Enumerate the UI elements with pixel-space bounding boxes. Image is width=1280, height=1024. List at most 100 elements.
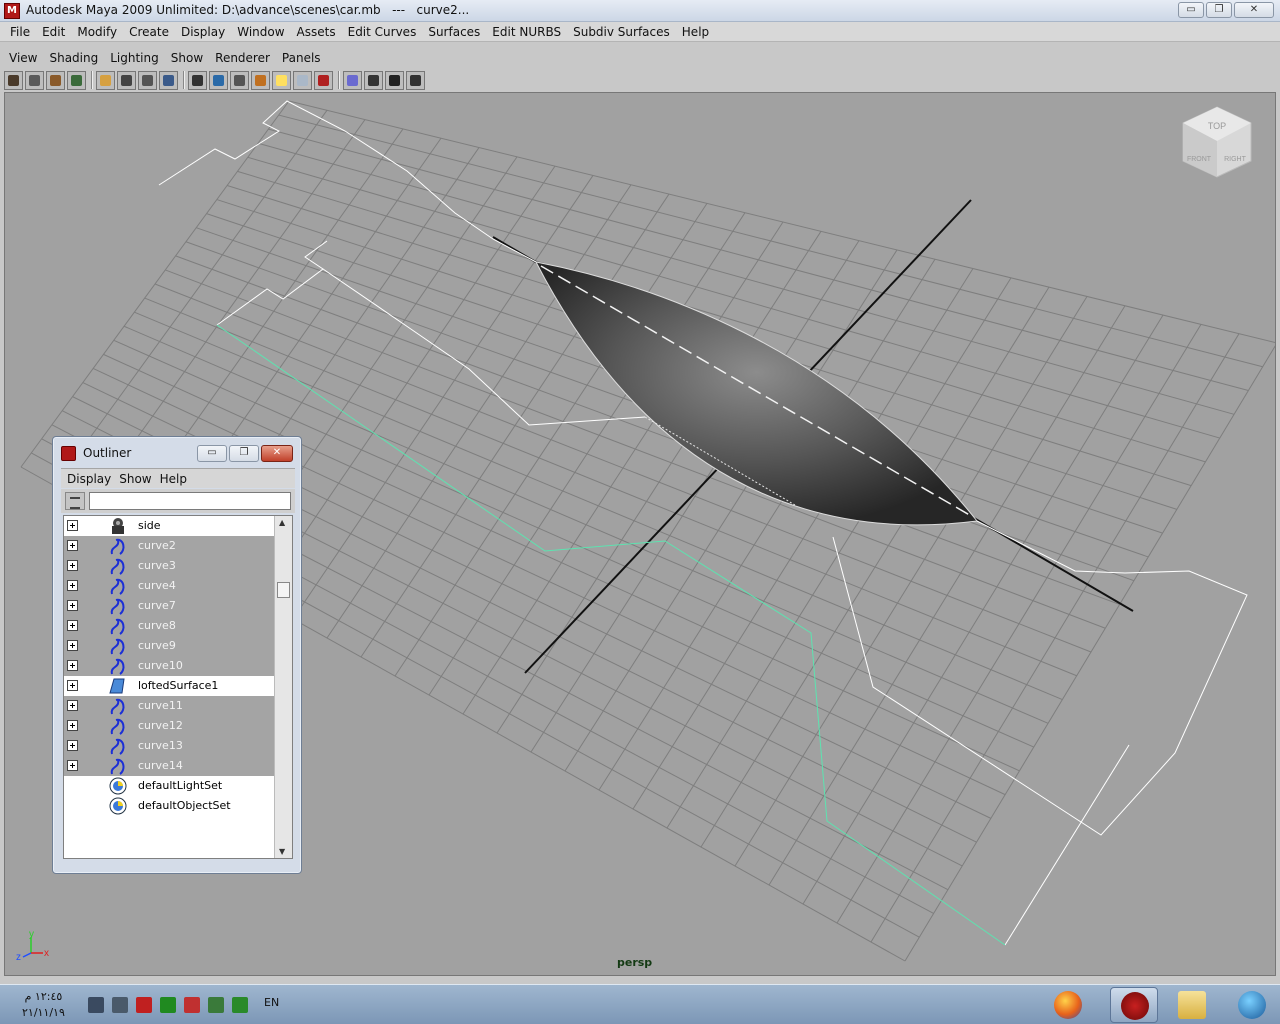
outliner-close-button[interactable]: ✕ — [261, 445, 293, 462]
viewcube-top-label[interactable]: TOP — [1208, 121, 1226, 131]
texture-icon[interactable] — [251, 70, 270, 90]
outliner-item-curve13[interactable]: curve13 — [64, 736, 274, 756]
menu-display[interactable]: Display — [175, 25, 231, 39]
expand-icon[interactable] — [67, 600, 78, 611]
outliner-item-defaultobjectset[interactable]: defaultObjectSet — [64, 796, 274, 816]
panel-menu-lighting[interactable]: Lighting — [104, 51, 165, 65]
menu-file[interactable]: File — [4, 25, 36, 39]
viewcube-front-label[interactable]: FRONT — [1187, 156, 1212, 163]
maya-taskbar-button[interactable] — [1110, 987, 1158, 1023]
camera-attributes-icon[interactable] — [4, 70, 23, 90]
outliner-item-curve3[interactable]: curve3 — [64, 556, 274, 576]
scroll-up-arrow-icon[interactable]: ▲ — [279, 518, 285, 527]
outliner-item-loftedsurface1[interactable]: loftedSurface1 — [64, 676, 274, 696]
menu-help[interactable]: Help — [676, 25, 715, 39]
error-icon[interactable] — [136, 997, 152, 1013]
menu-modify[interactable]: Modify — [71, 25, 123, 39]
scroll-down-arrow-icon[interactable]: ▼ — [279, 847, 285, 856]
hud-icon[interactable] — [385, 70, 404, 90]
outliner-item-curve10[interactable]: curve10 — [64, 656, 274, 676]
outliner-item-curve11[interactable]: curve11 — [64, 696, 274, 716]
menu-create[interactable]: Create — [123, 25, 175, 39]
restore-button[interactable]: ❐ — [1206, 2, 1232, 18]
smooth-shade-icon[interactable] — [209, 70, 228, 90]
outliner-item-curve9[interactable]: curve9 — [64, 636, 274, 656]
app-tray-icon[interactable] — [160, 997, 176, 1013]
outliner-item-curve4[interactable]: curve4 — [64, 576, 274, 596]
network-icon[interactable] — [112, 997, 128, 1013]
outliner-filter-input[interactable] — [89, 492, 291, 510]
isolate-select-icon[interactable] — [293, 70, 312, 90]
outliner-menu-show[interactable]: Show — [115, 472, 155, 486]
expand-icon[interactable] — [67, 520, 78, 531]
expand-icon[interactable] — [67, 560, 78, 571]
menu-edit[interactable]: Edit — [36, 25, 71, 39]
panel-menu-panels[interactable]: Panels — [276, 51, 327, 65]
side-profile-curve[interactable] — [158, 100, 537, 263]
render-icon[interactable] — [406, 70, 425, 90]
panel-menu-shading[interactable]: Shading — [43, 51, 104, 65]
panel-menu-renderer[interactable]: Renderer — [209, 51, 276, 65]
outliner-item-curve14[interactable]: curve14 — [64, 756, 274, 776]
outliner-item-curve2[interactable]: curve2 — [64, 536, 274, 556]
outliner-item-side[interactable]: side — [64, 516, 274, 536]
start-orb-taskbar-button[interactable] — [1228, 987, 1276, 1023]
outliner-menu-display[interactable]: Display — [63, 472, 115, 486]
expand-icon[interactable] — [67, 720, 78, 731]
camera-tools-icon[interactable] — [25, 70, 44, 90]
volume-icon[interactable] — [88, 997, 104, 1013]
image-plane-icon[interactable] — [67, 70, 86, 90]
scroll-thumb[interactable] — [277, 582, 290, 598]
maya-app-icon[interactable]: M — [4, 3, 20, 19]
film-gate-icon[interactable] — [117, 70, 136, 90]
wireframe-icon[interactable] — [188, 70, 207, 90]
expand-icon[interactable] — [67, 660, 78, 671]
rear-lower-curve[interactable] — [1004, 744, 1130, 946]
resolution-gate-icon[interactable] — [138, 70, 157, 90]
expand-icon[interactable] — [67, 640, 78, 651]
viewcube-right-label[interactable]: RIGHT — [1224, 156, 1247, 163]
frame-selection-icon[interactable] — [364, 70, 383, 90]
shadow-icon[interactable] — [272, 70, 291, 90]
folder-taskbar-button[interactable] — [1168, 987, 1216, 1023]
filter-options-icon[interactable] — [65, 492, 85, 510]
menu-subdiv-surfaces[interactable]: Subdiv Surfaces — [567, 25, 676, 39]
safe-action-icon[interactable] — [159, 70, 178, 90]
outliner-item-curve8[interactable]: curve8 — [64, 616, 274, 636]
outliner-minimize-button[interactable]: ▭ — [197, 445, 227, 462]
outliner-item-curve7[interactable]: curve7 — [64, 596, 274, 616]
menu-assets[interactable]: Assets — [291, 25, 342, 39]
menu-edit-curves[interactable]: Edit Curves — [342, 25, 423, 39]
flag-icon[interactable] — [184, 997, 200, 1013]
xray-icon[interactable] — [314, 70, 333, 90]
outliner-menu-help[interactable]: Help — [156, 472, 191, 486]
grid-toggle-icon[interactable] — [96, 70, 115, 90]
menu-window[interactable]: Window — [231, 25, 290, 39]
expand-icon[interactable] — [67, 580, 78, 591]
view-cube[interactable]: TOP FRONT RIGHT — [1177, 103, 1257, 189]
firefox-taskbar-button[interactable] — [1044, 987, 1092, 1023]
expand-icon[interactable] — [67, 700, 78, 711]
default-light-icon[interactable] — [230, 70, 249, 90]
frame-all-icon[interactable] — [343, 70, 362, 90]
expand-icon[interactable] — [67, 620, 78, 631]
rear-profile-curve[interactable] — [832, 520, 1248, 836]
expand-icon[interactable] — [67, 740, 78, 751]
outliner-list[interactable]: ▲ ▼ side curve2 curve3 curve4 curve7 curve8 cu… — [63, 515, 293, 859]
menu-edit-nurbs[interactable]: Edit NURBS — [486, 25, 567, 39]
language-indicator[interactable]: EN — [264, 996, 279, 1009]
expand-icon[interactable] — [67, 760, 78, 771]
panel-menu-view[interactable]: View — [3, 51, 43, 65]
outliner-restore-button[interactable]: ❐ — [229, 445, 259, 462]
outliner-item-curve12[interactable]: curve12 — [64, 716, 274, 736]
system-clock[interactable]: ١٢:٤٥ م ٢١/١١/١٩ — [22, 989, 65, 1021]
outliner-item-defaultlightset[interactable]: defaultLightSet — [64, 776, 274, 796]
outliner-scrollbar[interactable]: ▲ ▼ — [274, 516, 292, 858]
security-icon[interactable] — [232, 997, 248, 1013]
menu-surfaces[interactable]: Surfaces — [422, 25, 486, 39]
close-button[interactable]: ✕ — [1234, 2, 1274, 18]
panel-menu-show[interactable]: Show — [165, 51, 209, 65]
bookmark-icon[interactable] — [46, 70, 65, 90]
minimize-button[interactable]: ▭ — [1178, 2, 1204, 18]
sync-icon[interactable] — [208, 997, 224, 1013]
